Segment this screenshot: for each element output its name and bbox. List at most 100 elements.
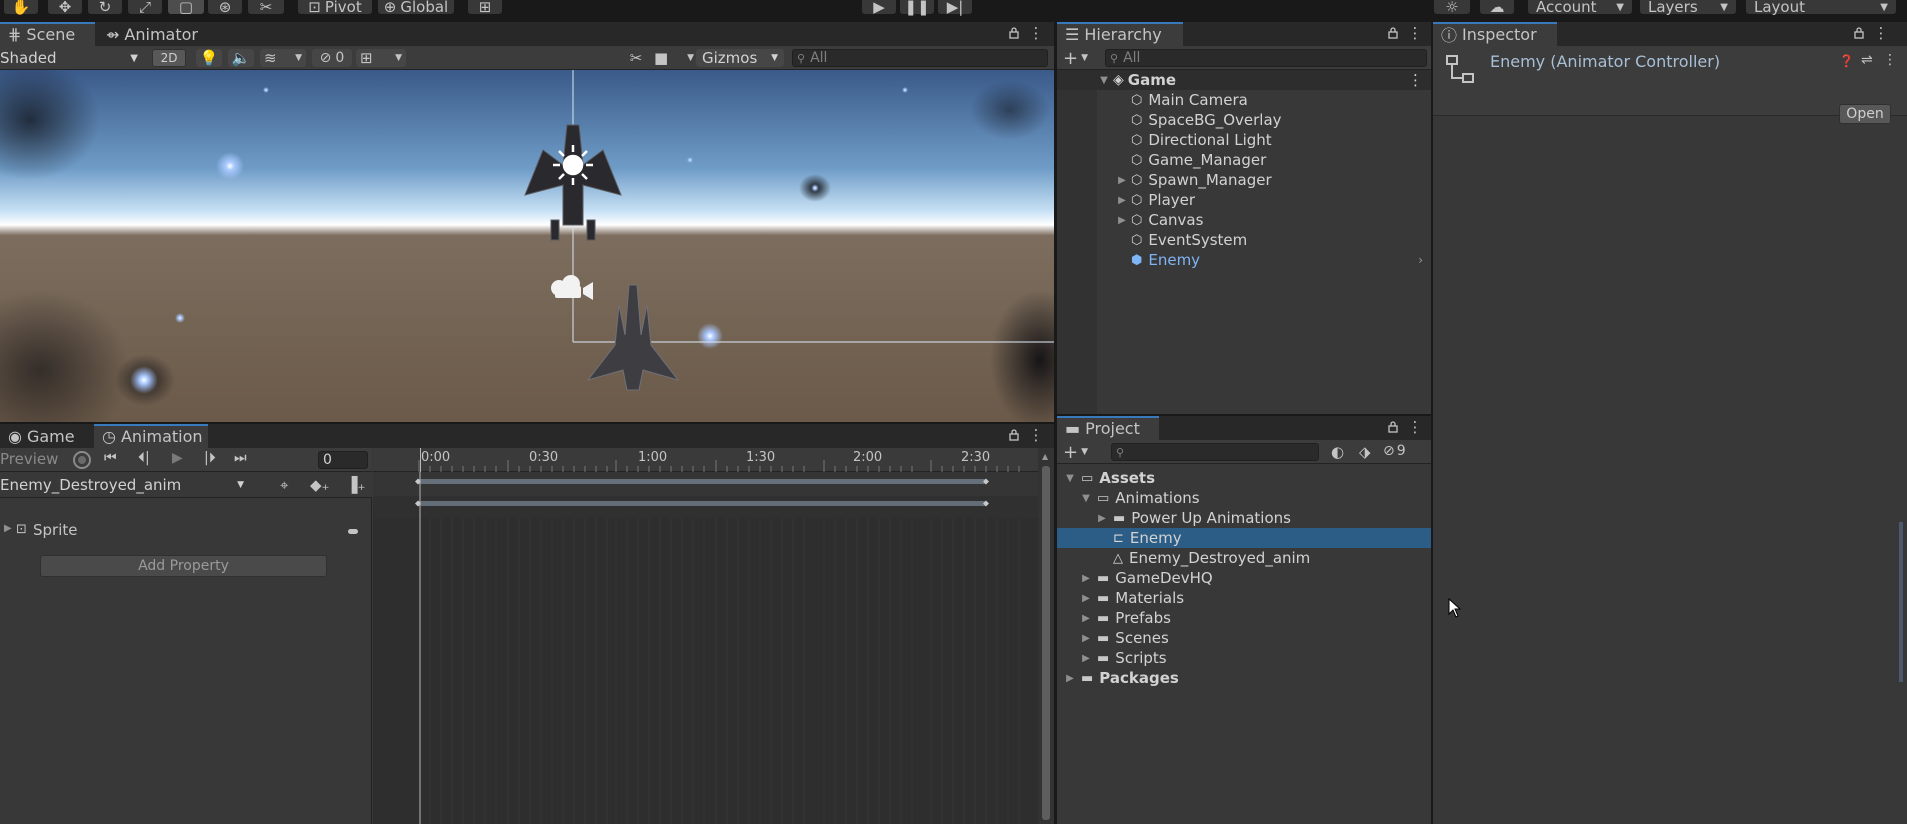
hierarchy-item[interactable]: ⬡ Game_Manager	[1057, 150, 1431, 170]
hierarchy-item[interactable]: ▶ ⬡ Player	[1057, 190, 1431, 210]
scene-viewport[interactable]	[0, 70, 1054, 422]
prev-keyframe-button[interactable]: ⏴|	[138, 450, 150, 466]
expand-arrow-icon[interactable]: ▶	[1081, 613, 1091, 624]
next-keyframe-button[interactable]: |⏵	[204, 450, 216, 466]
transform-tool-button[interactable]: ⊛	[208, 0, 242, 16]
grid-dropdown[interactable]: ⊞ ▼	[356, 49, 406, 67]
project-item[interactable]: ▼ ▭ Assets	[1057, 468, 1431, 488]
frame-input[interactable]: 0	[318, 451, 368, 469]
camera-dropdown[interactable]: ■ ▼	[654, 49, 694, 67]
tab-inspector[interactable]: ⓘ Inspector	[1433, 22, 1557, 46]
expand-arrow-icon[interactable]: ▶	[1081, 653, 1091, 664]
open-button[interactable]: Open	[1839, 104, 1891, 124]
playhead-marker[interactable]	[420, 448, 421, 472]
global-toggle[interactable]: ⊕ Global	[378, 0, 454, 16]
lock-icon[interactable]	[1385, 25, 1401, 41]
scene-search-input[interactable]: ⚲ All	[792, 49, 1048, 67]
gizmos-dropdown[interactable]: Gizmos ▼	[696, 49, 784, 67]
cloud-button[interactable]: ☁	[1480, 0, 1514, 16]
property-row-sprite[interactable]: ▶ ⊡ Sprite	[0, 520, 372, 542]
project-item[interactable]: ▼ ▭ Animations	[1057, 488, 1431, 508]
lock-icon[interactable]	[1006, 427, 1022, 443]
expand-arrow-icon[interactable]: ▼	[1099, 75, 1109, 86]
tab-scene[interactable]: ⋕ Scene	[0, 22, 95, 46]
expand-arrow-icon[interactable]: ▶	[1081, 593, 1091, 604]
dopesheet[interactable]: 0:00 0:30 1:00 1:30 2:00 2:30	[373, 448, 1038, 824]
step-button[interactable]: ▶|	[938, 0, 972, 16]
expand-arrow-icon[interactable]: ▶	[1065, 673, 1075, 684]
scene-visibility-toggle[interactable]: ⊘ 0	[312, 49, 352, 67]
add-event-icon[interactable]: ▐₊	[346, 476, 365, 494]
scroll-up-icon[interactable]: ▲	[1042, 452, 1048, 461]
lighting-toggle[interactable]: 💡	[196, 49, 222, 67]
tab-project[interactable]: ▬ Project	[1057, 416, 1159, 440]
timeline-ruler[interactable]: 0:00 0:30 1:00 1:30 2:00 2:30	[373, 448, 1038, 472]
hierarchy-item[interactable]: ⬡ SpaceBG_Overlay	[1057, 110, 1431, 130]
layers-dropdown[interactable]: Layers ▼	[1640, 0, 1736, 16]
record-button[interactable]	[73, 451, 91, 469]
tab-game[interactable]: ◉ Game	[0, 424, 83, 448]
last-keyframe-button[interactable]: ⏭	[234, 450, 247, 466]
hierarchy-item[interactable]: ▶ ⬡ Canvas	[1057, 210, 1431, 230]
expand-arrow-icon[interactable]: ▶	[4, 523, 12, 534]
hierarchy-item[interactable]: ⬡ Main Camera	[1057, 90, 1431, 110]
custom-tool-button[interactable]: ✂	[248, 0, 284, 16]
move-tool-button[interactable]: ✥	[48, 0, 82, 16]
scene-tools-button[interactable]: ✂	[624, 49, 648, 67]
effects-dropdown[interactable]: ≋ ▼	[260, 49, 306, 67]
expand-arrow-icon[interactable]: ▶	[1081, 633, 1091, 644]
project-item[interactable]: ▶ ▬ Scenes	[1057, 628, 1431, 648]
scroll-thumb[interactable]	[1042, 466, 1050, 820]
account-dropdown[interactable]: Account ▼	[1528, 0, 1632, 16]
project-item[interactable]: △ Enemy_Destroyed_anim	[1057, 548, 1431, 568]
rotate-tool-button[interactable]: ↻	[88, 0, 122, 16]
more-options-icon[interactable]: ⋮	[1028, 24, 1044, 42]
create-dropdown[interactable]: + ▼	[1063, 442, 1097, 463]
play-button[interactable]: ▶	[862, 0, 896, 16]
project-item[interactable]: ▶ ▬ Materials	[1057, 588, 1431, 608]
lock-icon[interactable]	[1385, 419, 1401, 435]
scale-tool-button[interactable]: ⤢	[128, 0, 162, 16]
layout-dropdown[interactable]: Layout ▼	[1746, 0, 1896, 16]
hierarchy-item[interactable]: ⬡ Directional Light	[1057, 130, 1431, 150]
shading-mode-dropdown[interactable]: Shaded ▼	[0, 49, 142, 67]
create-dropdown[interactable]: + ▼	[1063, 48, 1097, 69]
lock-icon[interactable]	[1851, 25, 1867, 41]
remove-property-icon[interactable]	[348, 529, 358, 534]
preview-toggle[interactable]: Preview	[0, 450, 58, 468]
help-icon[interactable]: ❓	[1839, 54, 1854, 68]
more-options-icon[interactable]: ⋮	[1028, 426, 1044, 444]
search-by-type-icon[interactable]: ◐	[1331, 443, 1344, 461]
resize-handle[interactable]	[1899, 522, 1903, 682]
add-keyframe-icon[interactable]: ◆₊	[310, 476, 329, 494]
tab-hierarchy[interactable]: ☰ Hierarchy	[1057, 22, 1183, 46]
scene-row-game[interactable]: ▼ ◈ Game ⋮	[1057, 70, 1431, 90]
hierarchy-item-prefab[interactable]: ⬢ Enemy ›	[1057, 250, 1431, 270]
hierarchy-item[interactable]: ⬡ EventSystem	[1057, 230, 1431, 250]
expand-arrow-icon[interactable]: ▶	[1097, 513, 1107, 524]
grid-snap-button[interactable]: ⊞	[468, 0, 502, 16]
expand-arrow-icon[interactable]: ▶	[1117, 175, 1127, 186]
presets-icon[interactable]: ⇌	[1861, 52, 1873, 68]
animation-scrollbar[interactable]: ▲	[1038, 448, 1054, 824]
expand-arrow-icon[interactable]: ▼	[1065, 473, 1075, 484]
rect-tool-button[interactable]: ▢	[168, 0, 204, 16]
search-by-label-icon[interactable]: ⬗	[1359, 443, 1371, 461]
chevron-right-icon[interactable]: ›	[1418, 253, 1423, 267]
expand-arrow-icon[interactable]: ▶	[1117, 215, 1127, 226]
lock-icon[interactable]	[1006, 25, 1022, 41]
cloud-build-button[interactable]: ☼	[1434, 0, 1470, 16]
project-item[interactable]: ▶ ▬ Scripts	[1057, 648, 1431, 668]
pivot-toggle[interactable]: ⊡ Pivot	[298, 0, 372, 16]
toggle-2d-button[interactable]: 2D	[152, 49, 186, 67]
hierarchy-item[interactable]: ▶ ⬡ Spawn_Manager	[1057, 170, 1431, 190]
more-options-icon[interactable]: ⋮	[1407, 24, 1423, 42]
project-item[interactable]: ▶ ▬ Prefabs	[1057, 608, 1431, 628]
expand-arrow-icon[interactable]	[1097, 533, 1107, 543]
first-keyframe-button[interactable]: ⏮	[104, 450, 117, 466]
tab-animation[interactable]: ◷ Animation	[94, 424, 208, 448]
hidden-packages-toggle[interactable]: ⊘ 9	[1383, 443, 1406, 459]
scene-menu-icon[interactable]: ⋮	[1408, 71, 1423, 89]
more-options-icon[interactable]: ⋮	[1407, 418, 1423, 436]
expand-arrow-icon[interactable]: ▼	[1081, 493, 1091, 504]
